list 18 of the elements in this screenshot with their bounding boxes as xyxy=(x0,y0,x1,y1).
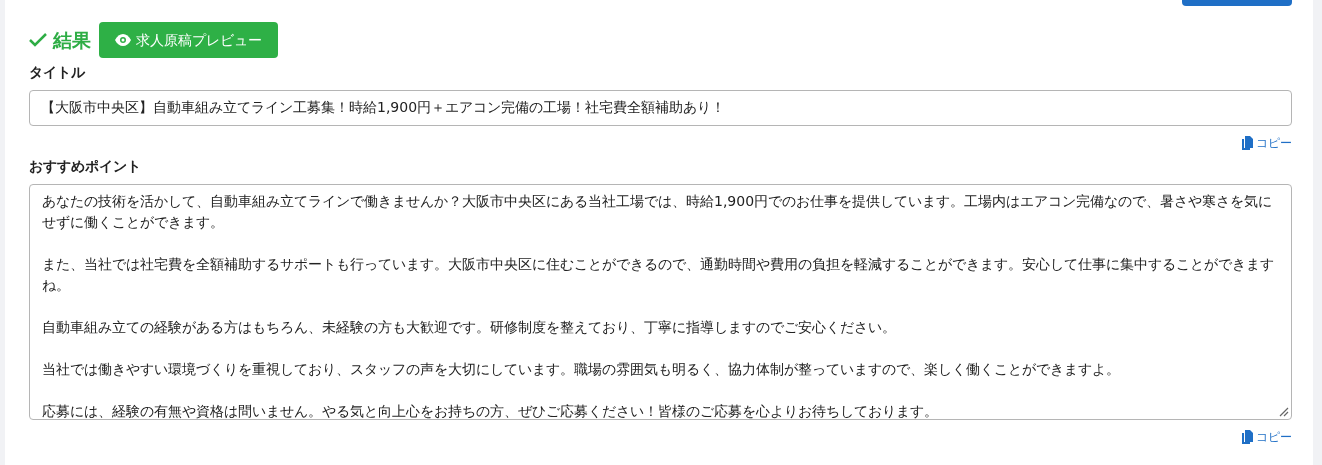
result-heading: 結果 xyxy=(53,27,91,53)
paragraph: あなたの技術を活かして、自動車組み立てラインで働きませんか？大阪市中央区にある当社工場では、時給1,900円でのお仕事を提供しています。工場内はエアコン完備なので、暑さや寒さを気にせずに働くことができます。 xyxy=(42,192,1274,232)
copy-button[interactable]: コピー xyxy=(1241,134,1292,152)
paragraph: 当社では働きやすい環境づくりを重視しており、スタッフの声を大切にしています。職場の雰囲気も明るく、協力体制が整っていますので、楽しく働くことができますよ。 xyxy=(42,360,1121,379)
title-field[interactable]: 【大阪市中央区】自動車組み立てライン工募集！時給1,900円＋エアコン完備の工場！社宅費全額補助あり！ xyxy=(29,90,1292,126)
paragraph: 応募には、経験の有無や資格は問いません。やる気と向上心をお持ちの方、ぜひご応募ください！皆様のご応募を心よりお待ちしております。 xyxy=(42,402,939,419)
copy-button[interactable]: コピー xyxy=(1241,428,1292,446)
eye-icon xyxy=(115,34,131,46)
copy-icon xyxy=(1241,430,1254,444)
field-label: おすすめポイント xyxy=(29,157,142,176)
resize-grip-icon xyxy=(1279,407,1289,417)
paragraph: また、当社では社宅費を全額補助するサポートも行っています。大阪市中央区に住むことができるので、通勤時間や費用の負担を軽減することができます。安心して仕事に集中することができますね。 xyxy=(42,255,1275,295)
copy-icon xyxy=(1241,136,1254,150)
checkmark-icon xyxy=(29,33,47,47)
preview-button[interactable]: 求人原稿プレビュー xyxy=(99,22,278,58)
text-area[interactable] xyxy=(29,184,1292,420)
field-label: タイトル xyxy=(29,63,86,82)
paragraph: 自動車組み立ての経験がある方はもちろん、未経験の方も大歓迎です。研修制度を整えており、丁寧に指導しますのでご安心ください。 xyxy=(42,318,897,337)
